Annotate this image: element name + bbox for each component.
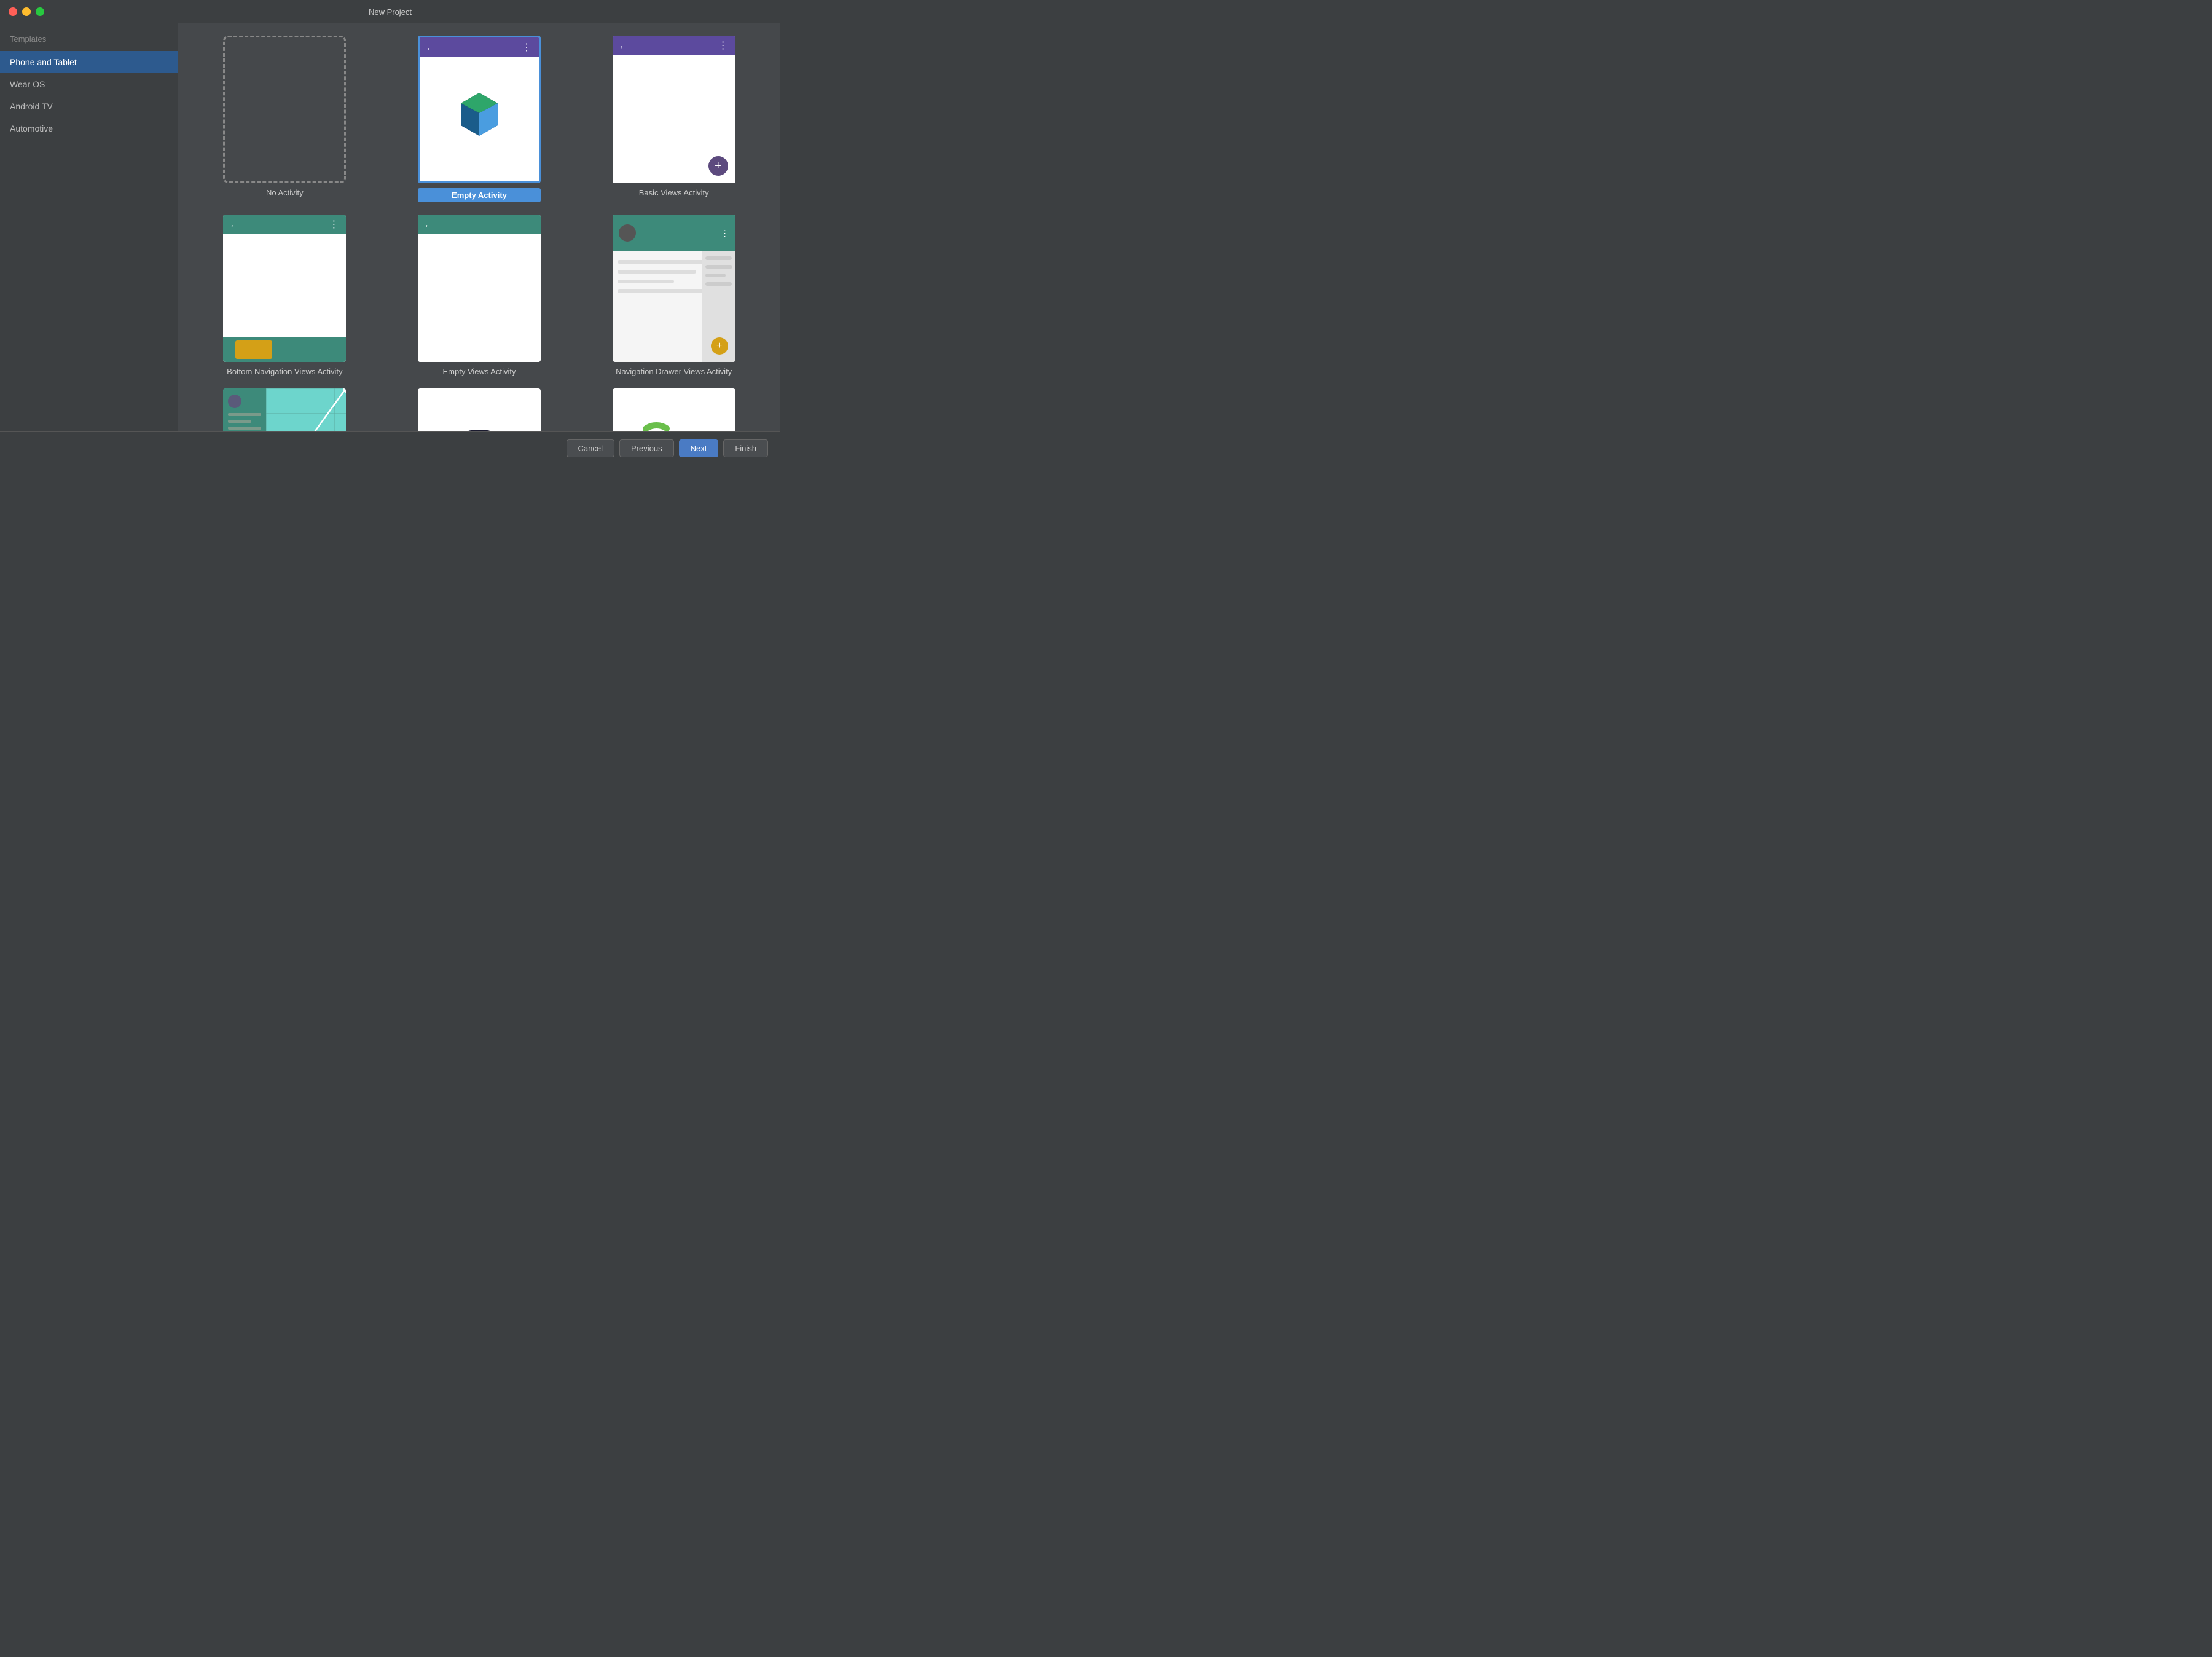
template-empty-activity[interactable]: ← ⋮ xyxy=(391,36,568,202)
window-controls xyxy=(9,7,44,16)
template-native-cpp[interactable]: Native C++ xyxy=(586,388,762,431)
bottom-nav-header: ← ⋮ xyxy=(223,215,346,234)
table-right xyxy=(266,388,346,431)
nav-drawer-label: Navigation Drawer Views Activity xyxy=(616,367,732,376)
native-cpp-preview xyxy=(613,388,735,431)
fab-icon: + xyxy=(708,156,728,176)
title-bar: New Project xyxy=(0,0,780,23)
empty-activity-header: ← ⋮ xyxy=(420,37,539,57)
window-title: New Project xyxy=(369,7,412,17)
more-options-icon3: ⋮ xyxy=(329,218,340,230)
table-diagonal-icon xyxy=(266,388,346,431)
cancel-button[interactable]: Cancel xyxy=(567,439,614,457)
template-responsive-table[interactable]: + Responsive Views Activity xyxy=(197,388,373,431)
nav-drawer-body: + xyxy=(613,251,735,362)
nav-drawer-circle xyxy=(619,224,636,242)
content-area: No Activity ← ⋮ xyxy=(178,23,780,431)
table-left-panel xyxy=(223,388,266,431)
back-arrow-icon: ← xyxy=(426,42,434,52)
back-arrow-icon2: ← xyxy=(619,41,627,50)
responsive-table-preview: + xyxy=(223,388,346,431)
no-activity-label: No Activity xyxy=(266,188,304,197)
templates-grid: No Activity ← ⋮ xyxy=(178,23,780,431)
bottom-nav-body xyxy=(223,234,346,362)
template-bottom-nav[interactable]: ← ⋮ Bottom Navigation Views Activity xyxy=(197,215,373,376)
empty-views-preview: ← xyxy=(418,215,541,362)
next-button[interactable]: Next xyxy=(679,439,719,457)
sidebar-item-automotive[interactable]: Automotive xyxy=(0,117,178,140)
back-arrow-icon4: ← xyxy=(424,219,433,229)
basic-views-body: + xyxy=(613,55,735,183)
back-arrow-icon3: ← xyxy=(229,219,238,229)
more-options-icon2: ⋮ xyxy=(718,39,729,52)
footer: Cancel Previous Next Finish xyxy=(0,431,780,465)
bottom-nav-active-item xyxy=(235,340,272,359)
sidebar-item-android-tv[interactable]: Android TV xyxy=(0,95,178,117)
sidebar-label: Templates xyxy=(0,30,178,51)
basic-views-header: ← ⋮ xyxy=(613,36,735,55)
empty-activity-preview: ← ⋮ xyxy=(418,36,541,183)
close-button[interactable] xyxy=(9,7,17,16)
minimize-button[interactable] xyxy=(22,7,31,16)
sidebar-item-phone-tablet[interactable]: Phone and Tablet xyxy=(0,51,178,73)
sidebar: Templates Phone and Tablet Wear OS Andro… xyxy=(0,23,178,431)
sidebar-item-wear-os[interactable]: Wear OS xyxy=(0,73,178,95)
finish-button[interactable]: Finish xyxy=(723,439,768,457)
previous-button[interactable]: Previous xyxy=(619,439,674,457)
cpp-logo-icon xyxy=(643,419,705,431)
bottom-nav-label: Bottom Navigation Views Activity xyxy=(227,367,342,376)
drawer-fab-icon: + xyxy=(711,337,728,355)
more-options-icon: ⋮ xyxy=(522,41,533,53)
android-logo-icon xyxy=(455,90,504,139)
empty-views-body xyxy=(418,234,541,362)
bottom-nav-preview: ← ⋮ xyxy=(223,215,346,362)
template-no-activity[interactable]: No Activity xyxy=(197,36,373,202)
template-game[interactable]: Game Activity xyxy=(391,388,568,431)
main-content: Templates Phone and Tablet Wear OS Andro… xyxy=(0,23,780,431)
game-activity-preview xyxy=(418,388,541,431)
empty-activity-label: Empty Activity xyxy=(418,188,541,202)
basic-views-preview: ← ⋮ + xyxy=(613,36,735,183)
basic-views-label: Basic Views Activity xyxy=(639,188,709,197)
template-nav-drawer[interactable]: ⋮ xyxy=(586,215,762,376)
template-basic-views[interactable]: ← ⋮ + Basic Views Activity xyxy=(586,36,762,202)
bottom-nav-bar xyxy=(223,337,346,362)
template-empty-views[interactable]: ← Empty Views Activity xyxy=(391,215,568,376)
nav-drawer-preview: ⋮ xyxy=(613,215,735,362)
gamepad-icon xyxy=(449,422,510,431)
empty-views-label: Empty Views Activity xyxy=(443,367,516,376)
empty-activity-body xyxy=(420,57,539,181)
nav-drawer-header: ⋮ xyxy=(613,215,735,251)
maximize-button[interactable] xyxy=(36,7,44,16)
no-activity-preview xyxy=(223,36,346,183)
empty-views-header: ← xyxy=(418,215,541,234)
more-options-icon5: ⋮ xyxy=(721,228,729,238)
